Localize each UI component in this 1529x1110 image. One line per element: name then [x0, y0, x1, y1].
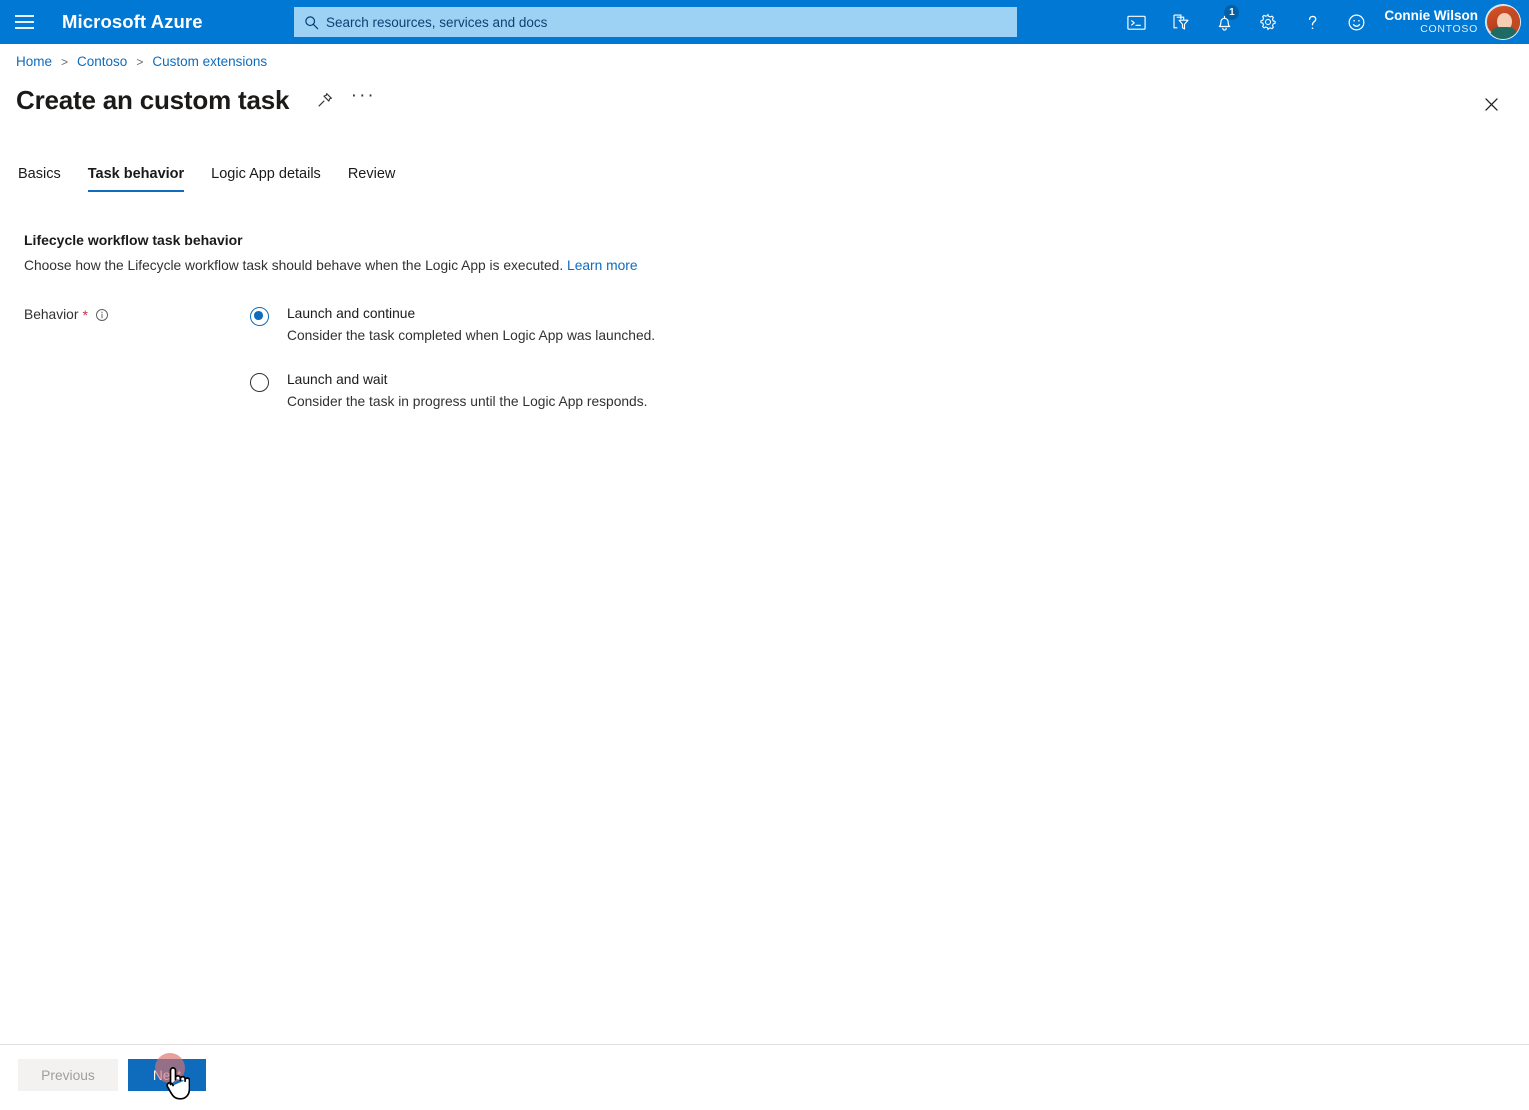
- radio-option-title: Launch and wait: [287, 371, 647, 390]
- required-asterisk: *: [82, 308, 87, 322]
- previous-button[interactable]: Previous: [18, 1059, 118, 1091]
- account-org: CONTOSO: [1420, 24, 1478, 35]
- settings-gear-icon[interactable]: [1246, 0, 1290, 44]
- tab-review[interactable]: Review: [348, 162, 396, 192]
- cloud-shell-icon[interactable]: [1114, 0, 1158, 44]
- radio-option-description: Consider the task in progress until the …: [287, 392, 647, 413]
- tab-basics[interactable]: Basics: [18, 162, 61, 192]
- radio-indicator-selected[interactable]: [250, 307, 269, 326]
- feedback-smiley-icon[interactable]: [1334, 0, 1378, 44]
- notifications-bell-icon[interactable]: 1: [1202, 0, 1246, 44]
- radio-option-text: Launch and wait Consider the task in pro…: [287, 371, 647, 412]
- breadcrumb-separator: >: [136, 55, 143, 69]
- avatar[interactable]: [1485, 4, 1521, 40]
- behavior-label-text: Behavior: [24, 307, 78, 322]
- notification-badge-count: 1: [1224, 5, 1239, 20]
- next-button[interactable]: Next: [128, 1059, 206, 1091]
- directory-filter-icon[interactable]: [1158, 0, 1202, 44]
- wizard-tabs: Basics Task behavior Logic App details R…: [18, 162, 422, 192]
- tab-task-behavior[interactable]: Task behavior: [88, 162, 184, 192]
- search-icon: [304, 15, 319, 30]
- hamburger-icon[interactable]: [2, 0, 46, 44]
- breadcrumb: Home > Contoso > Custom extensions: [16, 54, 267, 69]
- behavior-radio-group: Launch and continue Consider the task co…: [250, 305, 655, 413]
- account-name: Connie Wilson: [1384, 9, 1478, 23]
- tab-logic-app-details[interactable]: Logic App details: [211, 162, 321, 192]
- wizard-footer: Previous Next: [0, 1044, 1529, 1106]
- info-icon[interactable]: [95, 308, 109, 322]
- pin-icon[interactable]: [309, 84, 341, 116]
- help-question-icon[interactable]: [1290, 0, 1334, 44]
- global-search-box[interactable]: [294, 7, 1017, 37]
- page-title-row: Create an custom task ···: [16, 84, 379, 116]
- ellipsis-icon[interactable]: ···: [347, 84, 379, 116]
- radio-option-title: Launch and continue: [287, 305, 655, 324]
- page-title: Create an custom task: [16, 85, 289, 116]
- account-text: Connie Wilson CONTOSO: [1384, 9, 1478, 34]
- header-icon-group: 1 Connie Wilson CON: [1114, 0, 1529, 44]
- azure-brand-link[interactable]: Microsoft Azure: [62, 11, 203, 33]
- behavior-field-label: Behavior *: [24, 307, 109, 322]
- radio-option-text: Launch and continue Consider the task co…: [287, 305, 655, 346]
- section-description: Choose how the Lifecycle workflow task s…: [24, 258, 638, 273]
- breadcrumb-item-contoso[interactable]: Contoso: [77, 54, 127, 69]
- breadcrumb-separator: >: [61, 55, 68, 69]
- azure-top-header: Microsoft Azure: [0, 0, 1529, 44]
- learn-more-link[interactable]: Learn more: [567, 258, 638, 273]
- breadcrumb-item-custom-extensions[interactable]: Custom extensions: [152, 54, 267, 69]
- radio-option-launch-and-wait[interactable]: Launch and wait Consider the task in pro…: [250, 371, 655, 412]
- section-description-text: Choose how the Lifecycle workflow task s…: [24, 258, 563, 273]
- radio-option-launch-and-continue[interactable]: Launch and continue Consider the task co…: [250, 305, 655, 346]
- radio-option-description: Consider the task completed when Logic A…: [287, 326, 655, 347]
- search-input[interactable]: [326, 7, 1009, 37]
- breadcrumb-item-home[interactable]: Home: [16, 54, 52, 69]
- account-menu[interactable]: Connie Wilson CONTOSO: [1378, 0, 1529, 44]
- radio-indicator-unselected[interactable]: [250, 373, 269, 392]
- section-heading: Lifecycle workflow task behavior: [24, 232, 243, 248]
- close-icon[interactable]: [1475, 88, 1507, 120]
